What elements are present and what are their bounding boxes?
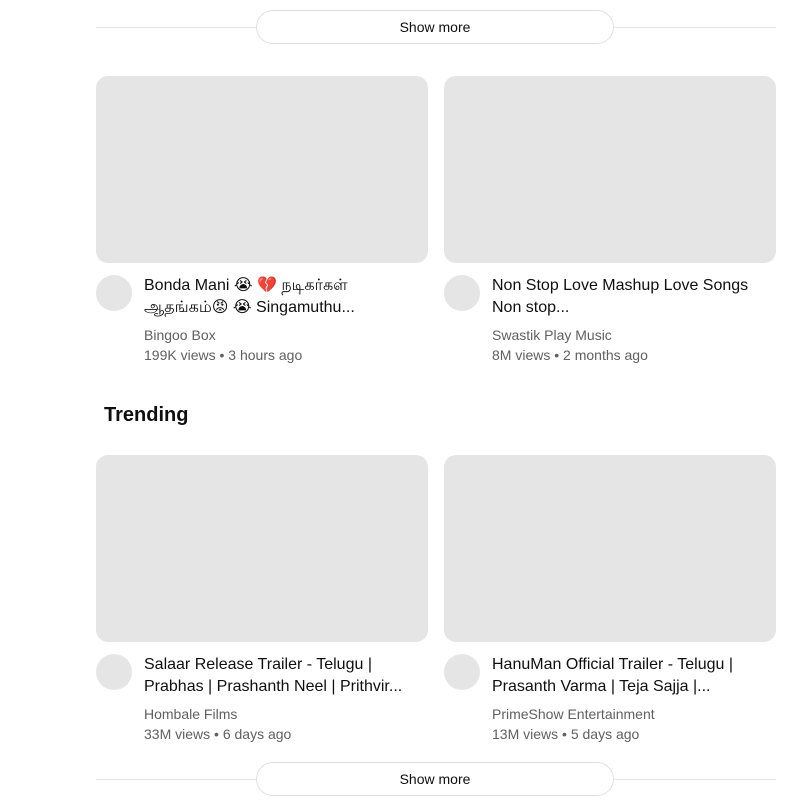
show-more-row-top: Show more <box>96 10 776 46</box>
video-card[interactable]: Non Stop Love Mashup Love Songs Non stop… <box>444 76 776 365</box>
channel-name[interactable]: Hombale Films <box>144 704 414 724</box>
video-grid-row-2: Salaar Release Trailer - Telugu | Prabha… <box>96 455 776 744</box>
show-more-row-bottom: Show more <box>96 762 776 798</box>
stats-separator: • <box>215 347 229 363</box>
channel-name[interactable]: Swastik Play Music <box>492 325 762 345</box>
video-meta: Bonda Mani 😭 💔 நடிகர்கள் ஆதங்கம்😡 😭 Sing… <box>96 275 428 365</box>
video-stats: 33M views • 6 days ago <box>144 724 414 744</box>
video-thumbnail[interactable] <box>444 76 776 263</box>
channel-name[interactable]: Bingoo Box <box>144 325 414 345</box>
video-title[interactable]: HanuMan Official Trailer - Telugu | Pras… <box>492 654 762 698</box>
video-info: Salaar Release Trailer - Telugu | Prabha… <box>144 654 414 744</box>
show-more-button[interactable]: Show more <box>256 762 614 796</box>
video-grid-row-1: Bonda Mani 😭 💔 நடிகர்கள் ஆதங்கம்😡 😭 Sing… <box>96 76 776 365</box>
channel-avatar[interactable] <box>444 275 480 311</box>
video-card[interactable]: Salaar Release Trailer - Telugu | Prabha… <box>96 455 428 744</box>
stats-separator: • <box>210 726 223 742</box>
upload-age: 2 months ago <box>563 347 648 363</box>
video-stats: 13M views • 5 days ago <box>492 724 762 744</box>
video-info: Non Stop Love Mashup Love Songs Non stop… <box>492 275 762 365</box>
video-card[interactable]: HanuMan Official Trailer - Telugu | Pras… <box>444 455 776 744</box>
section-title: Trending <box>104 404 189 426</box>
video-stats: 8M views • 2 months ago <box>492 345 762 365</box>
upload-age: 5 days ago <box>570 726 640 742</box>
video-stats: 199K views • 3 hours ago <box>144 345 414 365</box>
video-thumbnail[interactable] <box>444 455 776 642</box>
video-meta: HanuMan Official Trailer - Telugu | Pras… <box>444 654 776 744</box>
channel-avatar[interactable] <box>444 654 480 690</box>
video-title[interactable]: Salaar Release Trailer - Telugu | Prabha… <box>144 654 414 698</box>
view-count: 13M views <box>492 726 559 742</box>
channel-name[interactable]: PrimeShow Entertainment <box>492 704 762 724</box>
video-meta: Non Stop Love Mashup Love Songs Non stop… <box>444 275 776 365</box>
channel-avatar[interactable] <box>96 654 132 690</box>
video-meta: Salaar Release Trailer - Telugu | Prabha… <box>96 654 428 744</box>
view-count: 8M views <box>492 347 551 363</box>
video-thumbnail[interactable] <box>96 76 428 263</box>
view-count: 199K views <box>144 347 216 363</box>
video-info: HanuMan Official Trailer - Telugu | Pras… <box>492 654 762 744</box>
video-title[interactable]: Bonda Mani 😭 💔 நடிகர்கள் ஆதங்கம்😡 😭 Sing… <box>144 275 414 319</box>
video-card[interactable]: Bonda Mani 😭 💔 நடிகர்கள் ஆதங்கம்😡 😭 Sing… <box>96 76 428 365</box>
show-more-button[interactable]: Show more <box>256 10 614 44</box>
video-info: Bonda Mani 😭 💔 நடிகர்கள் ஆதங்கம்😡 😭 Sing… <box>144 275 414 365</box>
channel-avatar[interactable] <box>96 275 132 311</box>
stats-separator: • <box>558 726 571 742</box>
stats-separator: • <box>550 347 564 363</box>
video-title[interactable]: Non Stop Love Mashup Love Songs Non stop… <box>492 275 762 319</box>
upload-age: 6 days ago <box>222 726 292 742</box>
video-thumbnail[interactable] <box>96 455 428 642</box>
view-count: 33M views <box>144 726 211 742</box>
upload-age: 3 hours ago <box>228 347 303 363</box>
